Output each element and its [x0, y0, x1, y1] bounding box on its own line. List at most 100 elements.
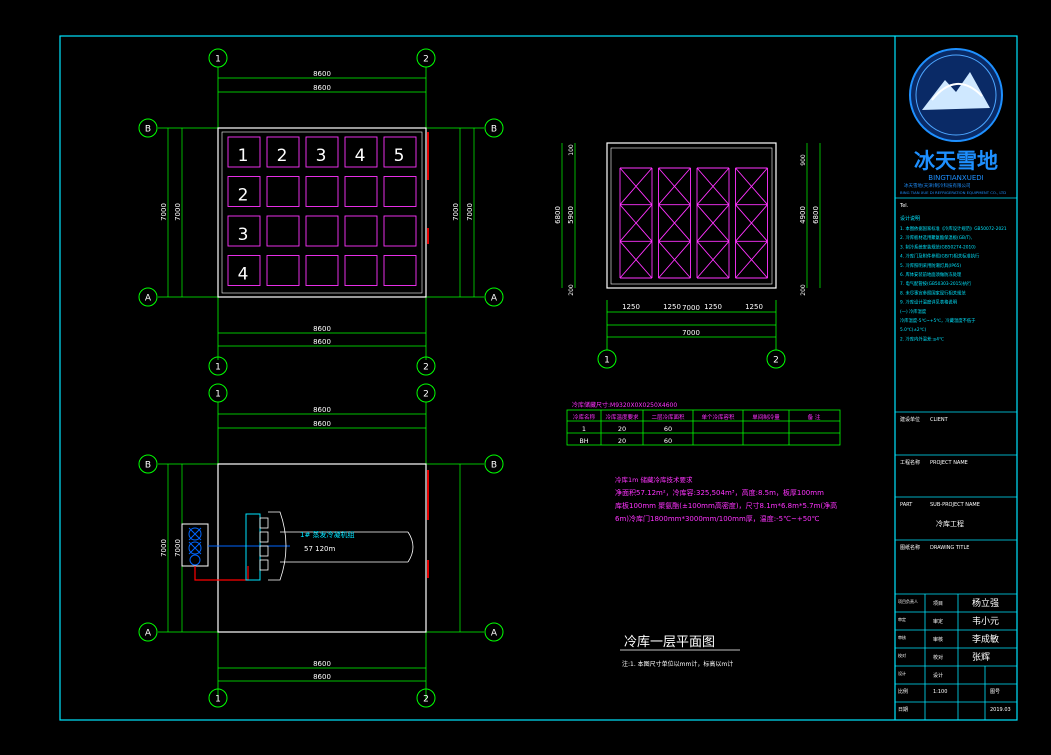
scale-label: 比例	[898, 688, 908, 695]
grid-axis-label: 1	[215, 363, 221, 373]
design-note: 2. 冷库板材选用聚氨酯保温板(GB/T),	[900, 234, 972, 241]
grid-axis-label: B	[491, 125, 497, 135]
label-text: 4900	[799, 206, 807, 224]
company-name: 冰天雪地(天津)制冷科技有限公司	[904, 182, 971, 189]
label-text: 7000	[174, 539, 182, 557]
grid-axis-label: B	[145, 461, 151, 471]
table-header: 单间制冷量	[752, 413, 780, 421]
logo-subtext: BINGTIANXUEDI	[928, 174, 983, 182]
technical-note: 6m)冷库门1800mm*3000mm/100mm厚，温度:-5℃~+50℃	[615, 514, 820, 523]
company-logo	[909, 48, 1003, 142]
table-header: 备 注	[808, 413, 821, 421]
design-note: 2. 冷库内外温差:≤4℃	[900, 335, 944, 342]
label-text: 200	[568, 284, 575, 296]
design-note: 1. 本图依据国家标准《冷库设计规范》GB50072-2021	[900, 225, 1007, 232]
label-text: 8600	[313, 338, 331, 346]
label-text: 6800	[812, 206, 820, 224]
design-note: 5.0℃(±2℃)	[900, 327, 926, 333]
rack-row-number: 3	[238, 225, 249, 245]
cad-drawing-canvas: 1 2 1 2 B B A A 1 2 1 2 B B A A 1 2 8600 8600 8600 8600 7000 70…	[59, 35, 1018, 721]
design-note: 7. 电气配管按(GB50303-2015)执行	[900, 280, 972, 287]
rack-row-number: 4	[238, 265, 249, 285]
grid-axis-label: B	[145, 125, 151, 135]
sign-role-en: 设计	[898, 670, 906, 676]
company-name-en: BING TIAN XUE DI REFRIGERATION EQUIPMENT…	[900, 190, 1006, 195]
elevation-rack-bay	[735, 167, 768, 279]
table-cell: 60	[664, 437, 672, 445]
grid-axis-label: 1	[215, 55, 221, 65]
grid-axis-label: 2	[773, 356, 779, 366]
rack-cell	[383, 255, 417, 286]
label-text: 100	[568, 144, 575, 156]
rack-cell	[383, 215, 417, 247]
label-text: 8600	[313, 673, 331, 681]
rack-width-dim: 1250	[622, 303, 640, 311]
label-text: 7000	[160, 539, 168, 557]
rack-cell	[305, 215, 339, 247]
grid-axis-label: 2	[423, 363, 429, 373]
signature: 杨立强	[972, 597, 999, 609]
elevation-top-right	[561, 142, 821, 350]
rack-column-number: 4	[355, 146, 366, 166]
subproject-text: 冷库工程	[936, 519, 964, 528]
elevation-racks	[619, 167, 768, 279]
label-text: 7000	[174, 203, 182, 221]
drawing-value: DRAWING TITLE	[930, 545, 969, 551]
table-cell: 60	[664, 425, 672, 433]
sheet-label: 图号	[990, 689, 1000, 695]
sign-role-en: 校对	[898, 652, 906, 658]
design-note: (一) 冷库温度	[900, 308, 927, 315]
sign-role-en: 项目负责人	[898, 598, 918, 604]
logo-text: 冰天雪地	[914, 149, 998, 173]
rack-width-dim: 1250	[663, 303, 681, 311]
rack-cell	[266, 176, 300, 207]
table-cell: 1	[582, 425, 586, 433]
drawing-note: 注:1. 本图尺寸单位以mm计，标高以m计	[622, 660, 733, 668]
label-text: 7000	[682, 304, 700, 312]
label-text: 8600	[313, 325, 331, 333]
tel-label: Tel.	[899, 203, 909, 209]
label-text: 900	[800, 154, 807, 166]
grid-axis-label: 2	[423, 390, 429, 400]
sign-role-en: 审定	[898, 616, 906, 622]
label-text: 7000	[452, 203, 460, 221]
date-label: 日期	[898, 707, 908, 713]
rack-column-number: 1	[238, 146, 249, 166]
table-cell: BH	[579, 437, 588, 445]
design-note: 6. 库体安装前地面须做防冻处理	[900, 271, 962, 278]
grid-axis-label: 1	[215, 695, 221, 705]
table-header: 冷库温度要求	[605, 413, 639, 421]
label-text: 7000	[682, 329, 700, 337]
rack-cell	[344, 176, 378, 207]
label-text: 8600	[313, 420, 331, 428]
date-value: 2019.03	[990, 707, 1011, 713]
rack-cell	[266, 215, 300, 247]
grid-axis-label: 2	[423, 55, 429, 65]
rack-width-dim: 1250	[745, 303, 763, 311]
project-label: 工程名称	[900, 459, 920, 466]
drawing-frame	[59, 35, 1018, 721]
rack-cell	[383, 176, 417, 207]
label-text: 8600	[313, 406, 331, 414]
label-text: 6800	[554, 206, 562, 224]
elevation-rack-bay	[619, 167, 653, 279]
rack-row-number: 2	[238, 186, 249, 206]
sign-role: 校对	[933, 654, 943, 661]
grid-axis-label: 1	[604, 356, 610, 366]
grid-axis-label: A	[491, 294, 498, 304]
notes-heading: 设计说明	[900, 215, 920, 222]
technical-note: 库板100mm 聚氨酯(±100mm高密度)，尺寸8.1m*6.8m*5.7m(…	[615, 501, 837, 510]
label-text: 7000	[160, 203, 168, 221]
elevation-rack-bay	[658, 167, 691, 279]
signature: 李成敏	[972, 633, 999, 645]
subproject-label: PART	[900, 502, 913, 508]
drawing-label: 图纸名称	[900, 544, 920, 551]
label-text: 7000	[466, 203, 474, 221]
design-note: 9. 冷库设计温度详见表格说明	[900, 299, 957, 306]
client-label: 建设单位	[900, 416, 920, 423]
grid-axis-label: 1	[215, 390, 221, 400]
subproject-value: SUB-PROJECT NAME	[930, 502, 980, 508]
table-cell: 20	[618, 425, 626, 433]
design-note: 4. 冷库门及附件参照(GB/T)相关标准执行	[900, 253, 980, 260]
table-header: 二层冷库面积	[651, 413, 685, 421]
